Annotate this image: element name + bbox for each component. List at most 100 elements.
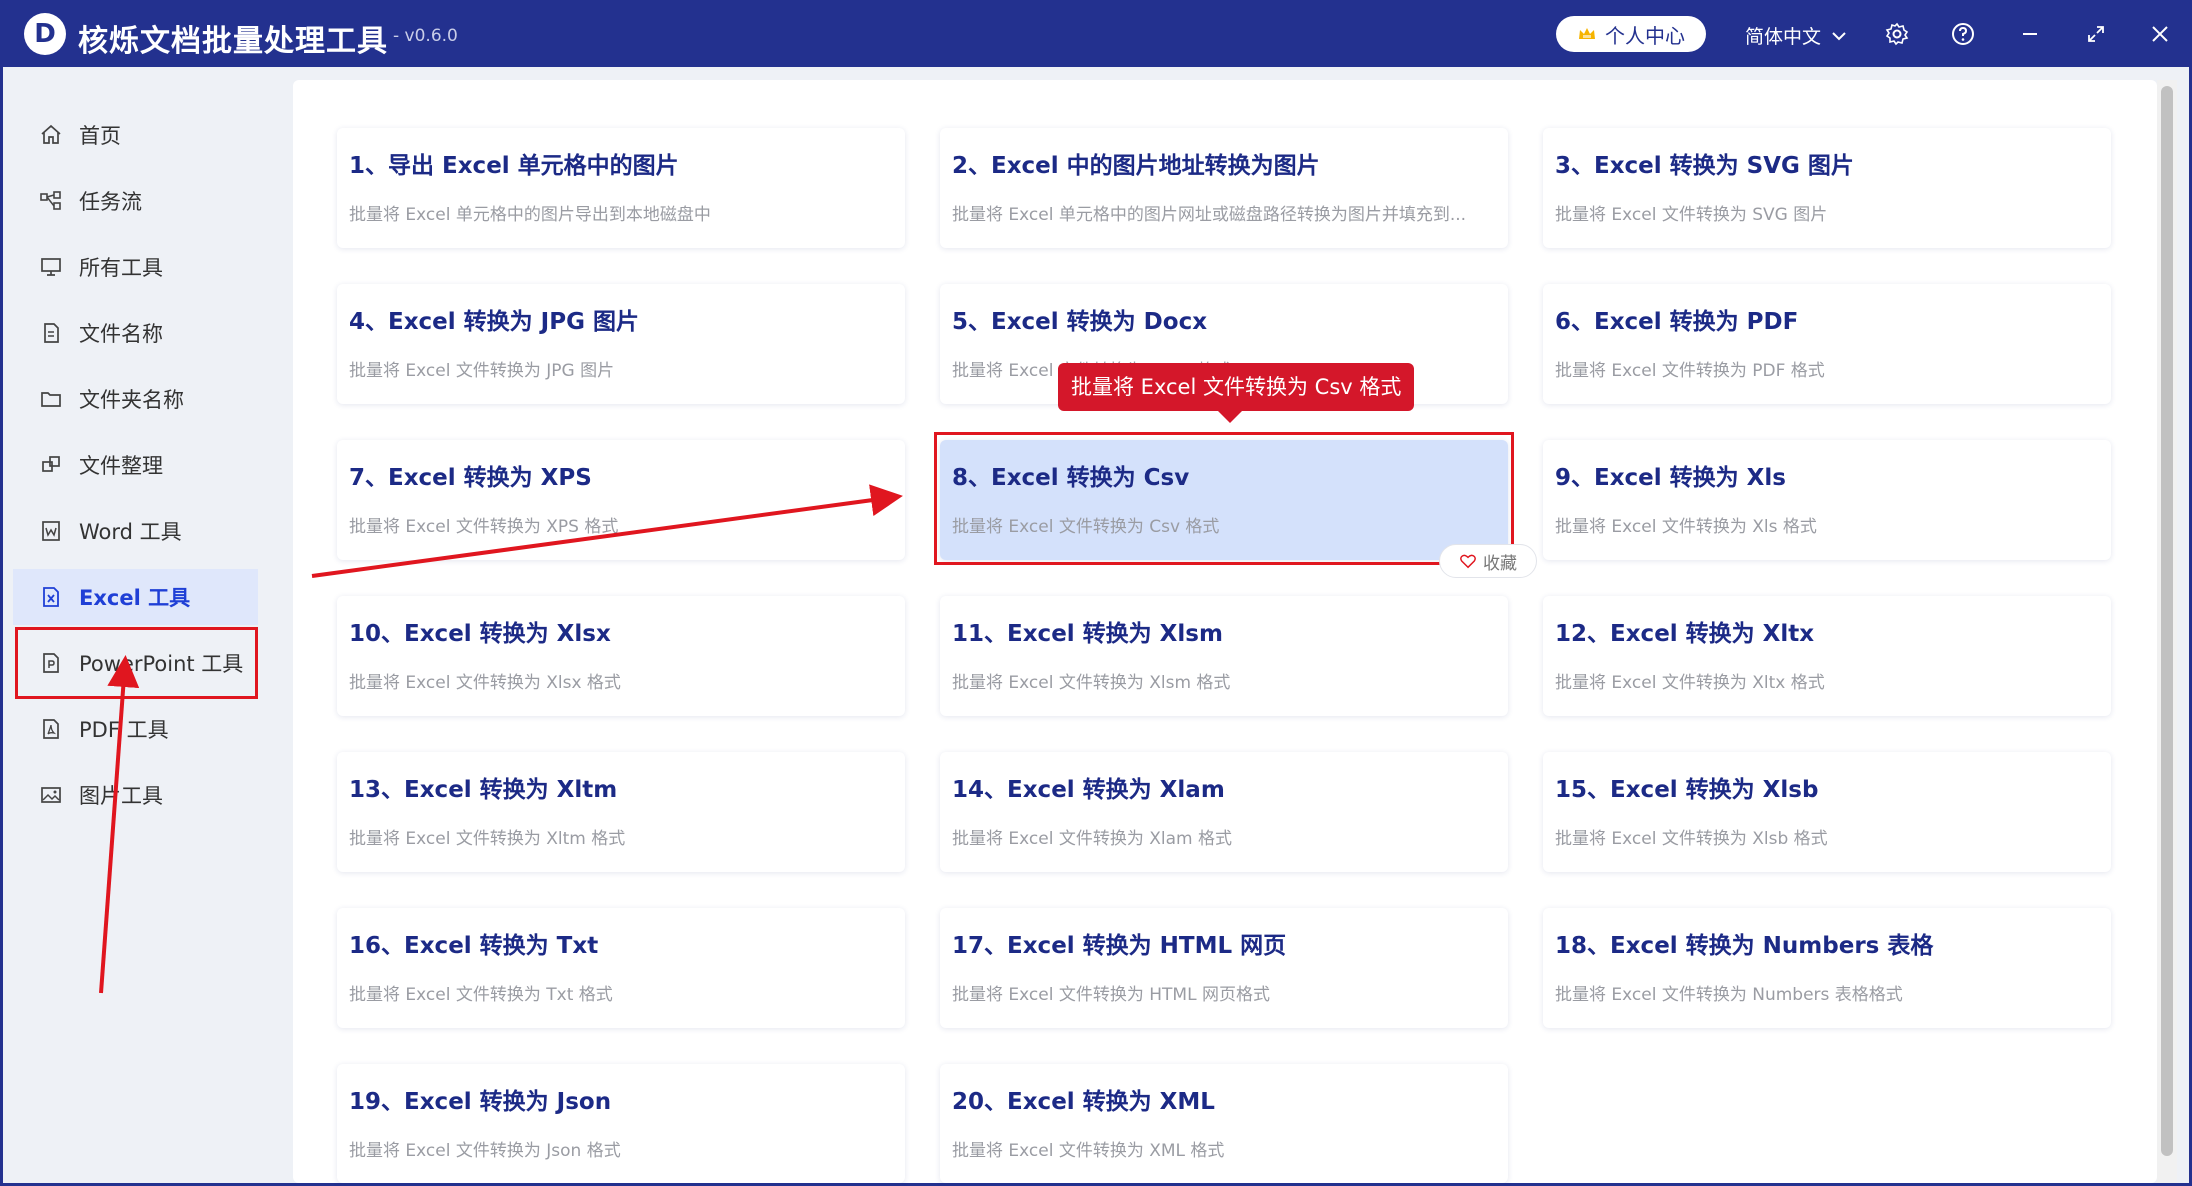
tool-title: 10、Excel 转换为 Xlsx — [349, 621, 611, 647]
tool-card[interactable]: 7、Excel 转换为 XPS 批量将 Excel 文件转换为 XPS 格式 — [337, 440, 905, 560]
image-icon — [41, 787, 61, 803]
tool-description: 批量将 Excel 文件转换为 Xlsm 格式 — [952, 673, 1231, 693]
tool-title: 6、Excel 转换为 PDF — [1555, 309, 1799, 335]
sidebar-item-label: 文件名称 — [79, 322, 163, 346]
annotation-card-frame — [934, 432, 1514, 565]
home-icon — [41, 124, 61, 144]
tool-title: 12、Excel 转换为 Xltx — [1555, 621, 1815, 647]
tool-description: 批量将 Excel 文件转换为 XPS 格式 — [349, 517, 619, 537]
tool-title: 15、Excel 转换为 Xlsb — [1555, 777, 1819, 803]
tool-card[interactable]: 13、Excel 转换为 Xltm 批量将 Excel 文件转换为 Xltm 格… — [337, 752, 905, 872]
title-bar: D 核烁文档批量处理工具 - v0.6.0 个人中心 简体中文 — [0, 0, 2192, 67]
tool-title: 5、Excel 转换为 Docx — [952, 309, 1208, 335]
tooltip: 批量将 Excel 文件转换为 Csv 格式 — [1058, 363, 1415, 423]
sidebar-item-workflow[interactable]: 任务流 — [13, 173, 258, 229]
tool-card[interactable]: 10、Excel 转换为 Xlsx 批量将 Excel 文件转换为 Xlsx 格… — [337, 596, 905, 716]
sidebar-item-file-organize[interactable]: 文件整理 — [13, 437, 258, 493]
tool-title: 9、Excel 转换为 Xls — [1555, 465, 1786, 491]
tool-description: 批量将 Excel 文件转换为 PDF 格式 — [1555, 361, 1825, 381]
tool-description: 批量将 Excel 文件转换为 Xlsx 格式 — [349, 673, 621, 693]
sidebar-item-file-name[interactable]: 文件名称 — [13, 305, 258, 361]
sidebar-item-home[interactable]: 首页 — [13, 107, 258, 163]
minimize-icon[interactable] — [2016, 20, 2044, 48]
app-title: 核烁文档批量处理工具 — [78, 24, 388, 59]
monitor-icon — [41, 258, 61, 276]
favorite-button[interactable]: 收藏 — [1439, 544, 1537, 578]
tool-card[interactable]: 19、Excel 转换为 Json 批量将 Excel 文件转换为 Json 格… — [337, 1064, 905, 1183]
tool-description: 批量将 Excel 文件转换为 SVG 图片 — [1555, 205, 1828, 225]
tool-description: 批量将 Excel 文件转换为 Xltx 格式 — [1555, 673, 1825, 693]
sidebar-item-excel-tools[interactable]: Excel 工具 — [13, 569, 258, 625]
pdf-icon — [43, 719, 59, 739]
tool-title: 11、Excel 转换为 Xlsm — [952, 621, 1223, 647]
tool-title: 14、Excel 转换为 Xlam — [952, 777, 1225, 803]
tool-card[interactable]: 6、Excel 转换为 PDF 批量将 Excel 文件转换为 PDF 格式 — [1543, 284, 2111, 404]
sidebar-item-word-tools[interactable]: Word 工具 — [13, 503, 258, 559]
tool-title: 19、Excel 转换为 Json — [349, 1089, 612, 1115]
close-icon[interactable] — [2146, 20, 2174, 48]
scrollbar-thumb[interactable] — [2161, 86, 2173, 1156]
tool-description: 批量将 Excel 文件转换为 Xlam 格式 — [952, 829, 1232, 849]
crown-icon — [1579, 28, 1595, 39]
tool-title: 3、Excel 转换为 SVG 图片 — [1555, 153, 1854, 179]
tool-description: 批量将 Excel 文件转换为 Numbers 表格格式 — [1555, 985, 1903, 1005]
user-center-button[interactable]: 个人中心 — [1556, 16, 1706, 52]
sidebar-item-folder-name[interactable]: 文件夹名称 — [13, 371, 258, 427]
tool-description: 批量将 Excel 文件转换为 HTML 网页格式 — [952, 985, 1270, 1005]
tool-card[interactable]: 16、Excel 转换为 Txt 批量将 Excel 文件转换为 Txt 格式 — [337, 908, 905, 1028]
tool-description: 批量将 Excel 文件转换为 Xls 格式 — [1555, 517, 1817, 537]
heart-icon — [1460, 554, 1476, 569]
folder-icon — [41, 392, 61, 407]
sidebar-item-label: 任务流 — [79, 190, 142, 214]
tool-card[interactable]: 3、Excel 转换为 SVG 图片 批量将 Excel 文件转换为 SVG 图… — [1543, 128, 2111, 248]
tool-description: 批量将 Excel 文件转换为 Txt 格式 — [349, 985, 613, 1005]
tool-description: 批量将 Excel 文件转换为 XML 格式 — [952, 1141, 1225, 1161]
tool-title: 7、Excel 转换为 XPS — [349, 465, 592, 491]
tool-card[interactable]: 2、Excel 中的图片地址转换为图片 批量将 Excel 单元格中的图片网址或… — [940, 128, 1508, 248]
tool-description: 批量将 Excel 文件转换为 Json 格式 — [349, 1141, 621, 1161]
app-version: - v0.6.0 — [393, 26, 458, 46]
tool-title: 17、Excel 转换为 HTML 网页 — [952, 933, 1287, 959]
sidebar-item-pdf-tools[interactable]: PDF 工具 — [13, 701, 258, 757]
tool-card[interactable]: 14、Excel 转换为 Xlam 批量将 Excel 文件转换为 Xlam 格… — [940, 752, 1508, 872]
language-select[interactable]: 简体中文 — [1745, 22, 1847, 49]
sidebar: 首页 任务流 所有工具 文件名称 文件夹名称 文件整理 Word 工具 Exce… — [3, 67, 293, 1183]
tool-title: 4、Excel 转换为 JPG 图片 — [349, 309, 639, 335]
tool-card[interactable]: 11、Excel 转换为 Xlsm 批量将 Excel 文件转换为 Xlsm 格… — [940, 596, 1508, 716]
annotation-highlight-box — [15, 627, 258, 699]
tool-title: 20、Excel 转换为 XML — [952, 1089, 1215, 1115]
sidebar-item-label: PDF 工具 — [79, 718, 169, 742]
tool-description: 批量将 Excel 文件转换为 JPG 图片 — [349, 361, 615, 381]
user-center-label: 个人中心 — [1605, 23, 1685, 48]
favorite-label: 收藏 — [1483, 553, 1517, 574]
sidebar-item-label: 首页 — [79, 124, 121, 148]
sidebar-item-label: Excel 工具 — [79, 586, 191, 610]
tool-card[interactable]: 1、导出 Excel 单元格中的图片 批量将 Excel 单元格中的图片导出到本… — [337, 128, 905, 248]
sidebar-item-all-tools[interactable]: 所有工具 — [13, 239, 258, 295]
sidebar-item-label: Word 工具 — [79, 520, 182, 544]
maximize-icon[interactable] — [2082, 20, 2110, 48]
word-icon — [42, 521, 60, 541]
tool-card[interactable]: 4、Excel 转换为 JPG 图片 批量将 Excel 文件转换为 JPG 图… — [337, 284, 905, 404]
chevron-down-icon — [1832, 31, 1846, 40]
app-logo: D — [24, 13, 66, 55]
settings-icon[interactable] — [1883, 20, 1911, 48]
tool-card[interactable]: 18、Excel 转换为 Numbers 表格 批量将 Excel 文件转换为 … — [1543, 908, 2111, 1028]
tool-description: 批量将 Excel 单元格中的图片导出到本地磁盘中 — [349, 205, 711, 225]
file-icon — [44, 323, 59, 343]
tool-card[interactable]: 12、Excel 转换为 Xltx 批量将 Excel 文件转换为 Xltx 格… — [1543, 596, 2111, 716]
tool-card[interactable]: 17、Excel 转换为 HTML 网页 批量将 Excel 文件转换为 HTM… — [940, 908, 1508, 1028]
excel-icon — [43, 587, 59, 607]
sidebar-item-label: 图片工具 — [79, 784, 163, 808]
help-icon[interactable] — [1949, 20, 1977, 48]
tool-title: 13、Excel 转换为 Xltm — [349, 777, 618, 803]
language-label: 简体中文 — [1745, 26, 1822, 48]
sidebar-item-label: 所有工具 — [79, 256, 163, 280]
tool-card[interactable]: 20、Excel 转换为 XML 批量将 Excel 文件转换为 XML 格式 — [940, 1064, 1508, 1183]
tool-card[interactable]: 15、Excel 转换为 Xlsb 批量将 Excel 文件转换为 Xlsb 格… — [1543, 752, 2111, 872]
sidebar-item-image-tools[interactable]: 图片工具 — [13, 767, 258, 823]
tool-description: 批量将 Excel 单元格中的图片网址或磁盘路径转换为图片并填充到... — [952, 205, 1467, 225]
tool-description: 批量将 Excel 文件转换为 Xltm 格式 — [349, 829, 626, 849]
scrollbar[interactable] — [2157, 80, 2177, 1183]
tool-card[interactable]: 9、Excel 转换为 Xls 批量将 Excel 文件转换为 Xls 格式 — [1543, 440, 2111, 560]
